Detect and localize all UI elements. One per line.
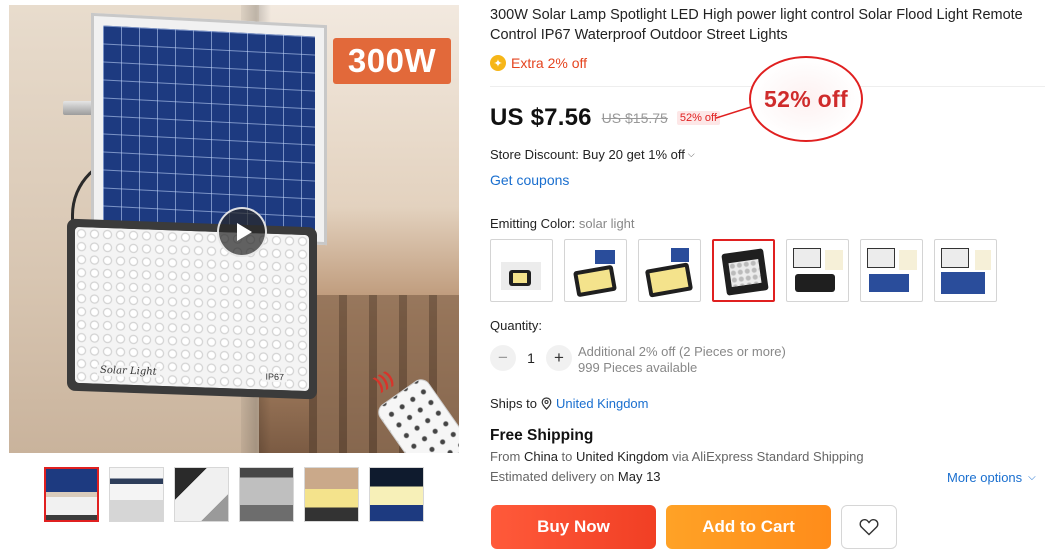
wishlist-button[interactable] bbox=[841, 505, 897, 549]
to-country: United Kingdom bbox=[576, 449, 669, 464]
variant-label-row: Emitting Color: solar light bbox=[490, 216, 635, 231]
estimated-prefix: Estimated delivery on bbox=[490, 469, 618, 484]
variant-label: Emitting Color: bbox=[490, 216, 579, 231]
additional-offer-text: Additional 2% off (2 Pieces or more) bbox=[578, 344, 786, 359]
thumbnail-4[interactable] bbox=[239, 467, 294, 522]
extra-discount-text: Extra 2% off bbox=[511, 55, 588, 71]
thumbnail-3[interactable] bbox=[174, 467, 229, 522]
location-pin-icon bbox=[541, 397, 552, 410]
original-price: US $15.75 bbox=[601, 110, 668, 126]
quantity-info: Additional 2% off (2 Pieces or more) 999… bbox=[578, 344, 786, 376]
variant-option-4[interactable] bbox=[712, 239, 775, 302]
price-row: US $7.56 US $15.75 52% off bbox=[490, 104, 720, 132]
ship-to-country-link[interactable]: United Kingdom bbox=[556, 396, 649, 411]
play-icon bbox=[236, 223, 252, 241]
chevron-down-icon: ⌵ bbox=[687, 149, 695, 159]
variant-option-7[interactable] bbox=[934, 239, 997, 302]
estimated-date: May 13 bbox=[617, 469, 661, 484]
product-title: 300W Solar Lamp Spotlight LED High power… bbox=[490, 7, 1023, 43]
free-shipping-heading: Free Shipping bbox=[490, 427, 594, 444]
discount-tag: 52% off bbox=[676, 111, 720, 125]
ships-to-label: Ships to bbox=[490, 396, 537, 411]
stock-available-text: 999 Pieces available bbox=[578, 360, 698, 375]
shipping-method: via AliExpress Standard Shipping bbox=[668, 449, 864, 464]
video-play-button[interactable] bbox=[217, 207, 267, 257]
quantity-stepper: − 1 + bbox=[490, 345, 572, 371]
variant-option-6[interactable] bbox=[860, 239, 923, 302]
variant-option-1[interactable] bbox=[490, 239, 553, 302]
thumbnail-5[interactable] bbox=[304, 467, 359, 522]
thumbnail-6[interactable] bbox=[369, 467, 424, 522]
variant-value: solar light bbox=[578, 216, 635, 231]
variant-swatches bbox=[490, 239, 997, 302]
discount-callout-circle: 52% off bbox=[749, 56, 863, 142]
variant-option-5[interactable] bbox=[786, 239, 849, 302]
thumbnail-strip bbox=[44, 467, 424, 522]
quantity-value[interactable]: 1 bbox=[516, 350, 546, 366]
variant-option-2[interactable] bbox=[564, 239, 627, 302]
quantity-label: Quantity: bbox=[490, 318, 543, 333]
quantity-decrease-button[interactable]: − bbox=[490, 345, 516, 371]
more-shipping-options-link[interactable]: More options ⌵ bbox=[947, 470, 1036, 485]
extra-discount: ✦ Extra 2% off bbox=[490, 55, 587, 71]
flood-light-image: Solar Light IP67 bbox=[67, 218, 317, 400]
add-to-cart-button[interactable]: Add to Cart bbox=[666, 505, 831, 549]
thumbnail-1[interactable] bbox=[44, 467, 99, 522]
get-coupons-link[interactable]: Get coupons bbox=[490, 172, 569, 188]
quantity-increase-button[interactable]: + bbox=[546, 345, 572, 371]
to-word: to bbox=[557, 449, 576, 464]
estimated-delivery: Estimated delivery on May 13 bbox=[490, 469, 661, 484]
variant-option-3[interactable] bbox=[638, 239, 701, 302]
from-prefix: From bbox=[490, 449, 524, 464]
flood-light-brand-label: Solar Light bbox=[97, 364, 160, 378]
discount-callout-text: 52% off bbox=[764, 85, 848, 112]
shipping-route: From China to United Kingdom via AliExpr… bbox=[490, 449, 864, 464]
from-country: China bbox=[523, 449, 558, 464]
solar-panel-image bbox=[91, 12, 327, 246]
thumbnail-2[interactable] bbox=[109, 467, 164, 522]
heart-icon bbox=[859, 518, 879, 536]
buy-now-button[interactable]: Buy Now bbox=[491, 505, 656, 549]
main-product-image[interactable]: Solar Light IP67 ))) 300W bbox=[9, 5, 459, 453]
wattage-badge: 300W bbox=[333, 38, 451, 84]
coin-icon: ✦ bbox=[490, 55, 506, 71]
flood-light-ip-label: IP67 bbox=[262, 371, 287, 383]
store-discount-text: Store Discount: Buy 20 get 1% off bbox=[490, 147, 685, 162]
ships-to-row: Ships to United Kingdom bbox=[490, 396, 648, 411]
store-discount[interactable]: Store Discount: Buy 20 get 1% off ⌵ bbox=[490, 147, 695, 162]
chevron-down-icon: ⌵ bbox=[1028, 472, 1036, 483]
more-options-label: More options bbox=[947, 470, 1023, 485]
current-price: US $7.56 bbox=[490, 104, 592, 131]
